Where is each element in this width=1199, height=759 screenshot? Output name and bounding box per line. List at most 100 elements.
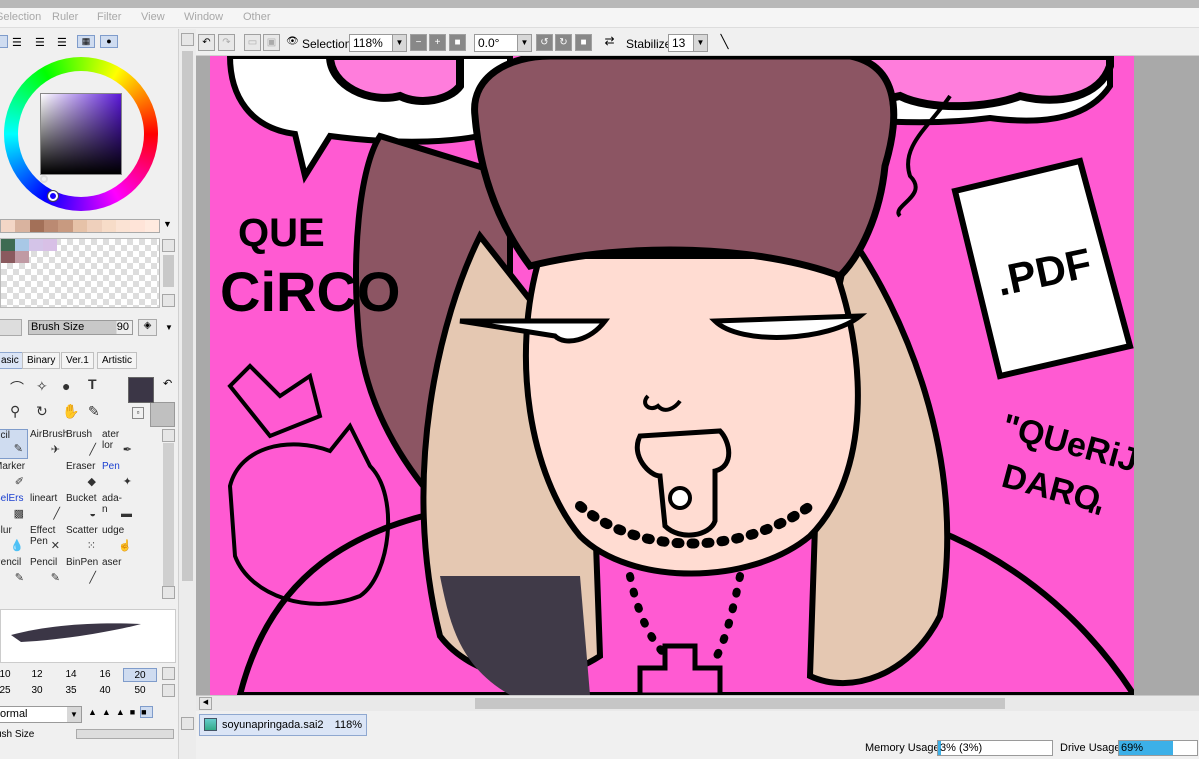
redo-icon[interactable]: ↷ (218, 34, 235, 51)
rgb-slider-mode-button[interactable]: ☰ (12, 36, 22, 49)
tool-slot[interactable]: ada- n ▬ (102, 493, 136, 523)
hscroll-thumb[interactable] (475, 698, 1005, 709)
zoom-select[interactable]: 118% ▼ (349, 34, 407, 52)
brush-size-bottom-slider[interactable] (76, 729, 174, 739)
rotate-right-icon[interactable]: ↻ (555, 34, 572, 51)
size-preset-10[interactable]: 10 (0, 668, 22, 682)
size-preset-30[interactable]: 30 (20, 684, 54, 698)
rotate-left-icon[interactable]: ↺ (536, 34, 553, 51)
sizes-scroll-up[interactable] (162, 667, 175, 680)
panel-scrollbar-thumb[interactable] (182, 51, 193, 581)
size-preset-35[interactable]: 35 (54, 684, 88, 698)
straight-line-icon[interactable]: ╲ (716, 34, 733, 51)
zoom-out-icon[interactable]: − (410, 34, 427, 51)
scroll-left-icon[interactable]: ◀ (199, 697, 212, 710)
undo-icon[interactable]: ↶ (198, 34, 215, 51)
menu-window[interactable]: Window (184, 11, 223, 23)
stabilizer-select[interactable]: 13 ▼ (668, 34, 708, 52)
panel-scroll-down[interactable] (181, 717, 194, 730)
tools-scroll-down[interactable] (162, 586, 175, 599)
zoom-icon[interactable]: ⚲ (10, 403, 20, 420)
tool-slot[interactable]: Bucket ◒ (66, 493, 100, 523)
tool-slot[interactable]: udge ☝ (102, 525, 136, 555)
invert-selection-icon[interactable]: ▣ (263, 34, 280, 51)
history-scroll-down[interactable] (162, 294, 175, 307)
sv-picker-handle[interactable] (40, 175, 48, 183)
tool-slot[interactable]: AirBrush ✈ (30, 429, 68, 459)
color-swatch-bar[interactable] (0, 219, 160, 233)
swatch-dropdown-icon[interactable]: ▼ (163, 219, 172, 229)
magic-wand-icon[interactable]: ✧ (36, 378, 48, 395)
tool-slot[interactable]: Pencil ✎ (0, 557, 28, 587)
brush-size-slider[interactable]: Brush Size 90 (28, 320, 133, 335)
canvas-area[interactable]: .PDF QUE CiRCO "QUeRiJO DARO " (196, 56, 1199, 695)
tool-slot[interactable]: ater lor ✒ (102, 429, 136, 459)
size-preset-20[interactable]: 20 (123, 668, 157, 682)
tool-slot[interactable]: Pencil ✎ (30, 557, 64, 587)
size-preset-40[interactable]: 40 (88, 684, 122, 698)
size-preset-button[interactable] (0, 319, 22, 336)
tab-binary[interactable]: Binary (22, 352, 61, 369)
document-tab[interactable]: soyunapringada.sai2 118% (199, 714, 367, 736)
swatch-mode-button[interactable]: ▦ (77, 35, 95, 48)
tab-artistic[interactable]: Artistic (97, 352, 137, 369)
main-color-swatch[interactable] (128, 377, 154, 403)
rotation-select[interactable]: 0.0° ▼ (474, 34, 532, 52)
menu-selection[interactable]: Selection (0, 11, 41, 23)
deselect-icon[interactable]: ▭ (244, 34, 261, 51)
tool-slot[interactable]: Effect Pen ✕ (30, 525, 64, 555)
size-preset-50[interactable]: 50 (123, 684, 157, 698)
text-tool-icon[interactable]: T (88, 376, 97, 392)
tools-scrollbar-thumb[interactable] (163, 443, 174, 593)
tool-slot[interactable]: SelErs ▩ (0, 493, 28, 523)
color-mix-mode-button[interactable]: ☰ (57, 36, 67, 49)
tool-slot[interactable]: ncil✎ (0, 429, 28, 459)
menu-view[interactable]: View (141, 11, 165, 23)
selection-visibility-icon[interactable]: 👁 (284, 34, 301, 51)
history-scrollbar-thumb[interactable] (163, 255, 174, 287)
blend-mode-select[interactable]: ormal ▼ (0, 706, 82, 723)
menu-filter[interactable]: Filter (97, 11, 121, 23)
swap-colors-icon[interactable]: ↶ (163, 377, 172, 390)
color-history-grid[interactable] (0, 238, 160, 308)
hsv-slider-mode-button[interactable]: ☰ (35, 36, 45, 49)
tool-slot[interactable]: Pen ✦ (102, 461, 136, 491)
size-preset-25[interactable]: 25 (0, 684, 22, 698)
hand-icon[interactable]: ✋ (62, 403, 79, 420)
lasso-icon[interactable]: ⌒ (10, 378, 24, 398)
tool-slot[interactable]: BinPen ╱ (66, 557, 100, 587)
zoom-in-icon[interactable]: + (429, 34, 446, 51)
tool-slot[interactable]: Scatter ⁙ (66, 525, 100, 555)
flip-horizontal-icon[interactable]: ⇄ (601, 34, 618, 51)
size-preset-16[interactable]: 16 (88, 668, 122, 682)
tool-slot[interactable]: Blur 💧 (0, 525, 28, 555)
tool-slot[interactable]: lineart ╱ (30, 493, 64, 523)
size-preset-14[interactable]: 14 (54, 668, 88, 682)
tool-slot[interactable] (30, 461, 64, 491)
tool-slot[interactable]: Marker ✐ (0, 461, 28, 491)
hue-picker-handle[interactable] (48, 191, 58, 201)
menu-ruler[interactable]: Ruler (52, 11, 78, 23)
tab-ver1[interactable]: Ver.1 (61, 352, 94, 369)
tool-slot[interactable]: Eraser ◆ (66, 461, 100, 491)
brush-size-dropdown-icon[interactable]: ▼ (165, 323, 173, 332)
zoom-reset-icon[interactable]: ■ (449, 34, 466, 51)
saturation-value-square[interactable] (40, 93, 122, 175)
reset-colors-icon[interactable]: ▫ (132, 407, 144, 419)
panel-scroll-up[interactable] (181, 33, 194, 46)
tool-slot[interactable]: Brush ╱ (66, 429, 100, 459)
sizes-scroll-down[interactable] (162, 684, 175, 697)
scratchpad-mode-button[interactable]: ● (100, 35, 118, 48)
tool-slot[interactable]: aser (102, 557, 136, 587)
color-wheel[interactable] (4, 57, 158, 211)
rotate-icon[interactable]: ↻ (36, 403, 48, 420)
rotate-reset-icon[interactable]: ■ (575, 34, 592, 51)
tools-scroll-up[interactable] (162, 429, 175, 442)
brush-shape-buttons[interactable]: ▲▲▲■■ (88, 706, 174, 723)
menu-other[interactable]: Other (243, 11, 271, 23)
size-preset-12[interactable]: 12 (20, 668, 54, 682)
color-wheel-mode-button[interactable] (0, 35, 8, 48)
sub-color-swatch[interactable] (150, 402, 175, 427)
eyedropper-icon[interactable]: ✎ (88, 403, 100, 420)
history-scroll-up[interactable] (162, 239, 175, 252)
